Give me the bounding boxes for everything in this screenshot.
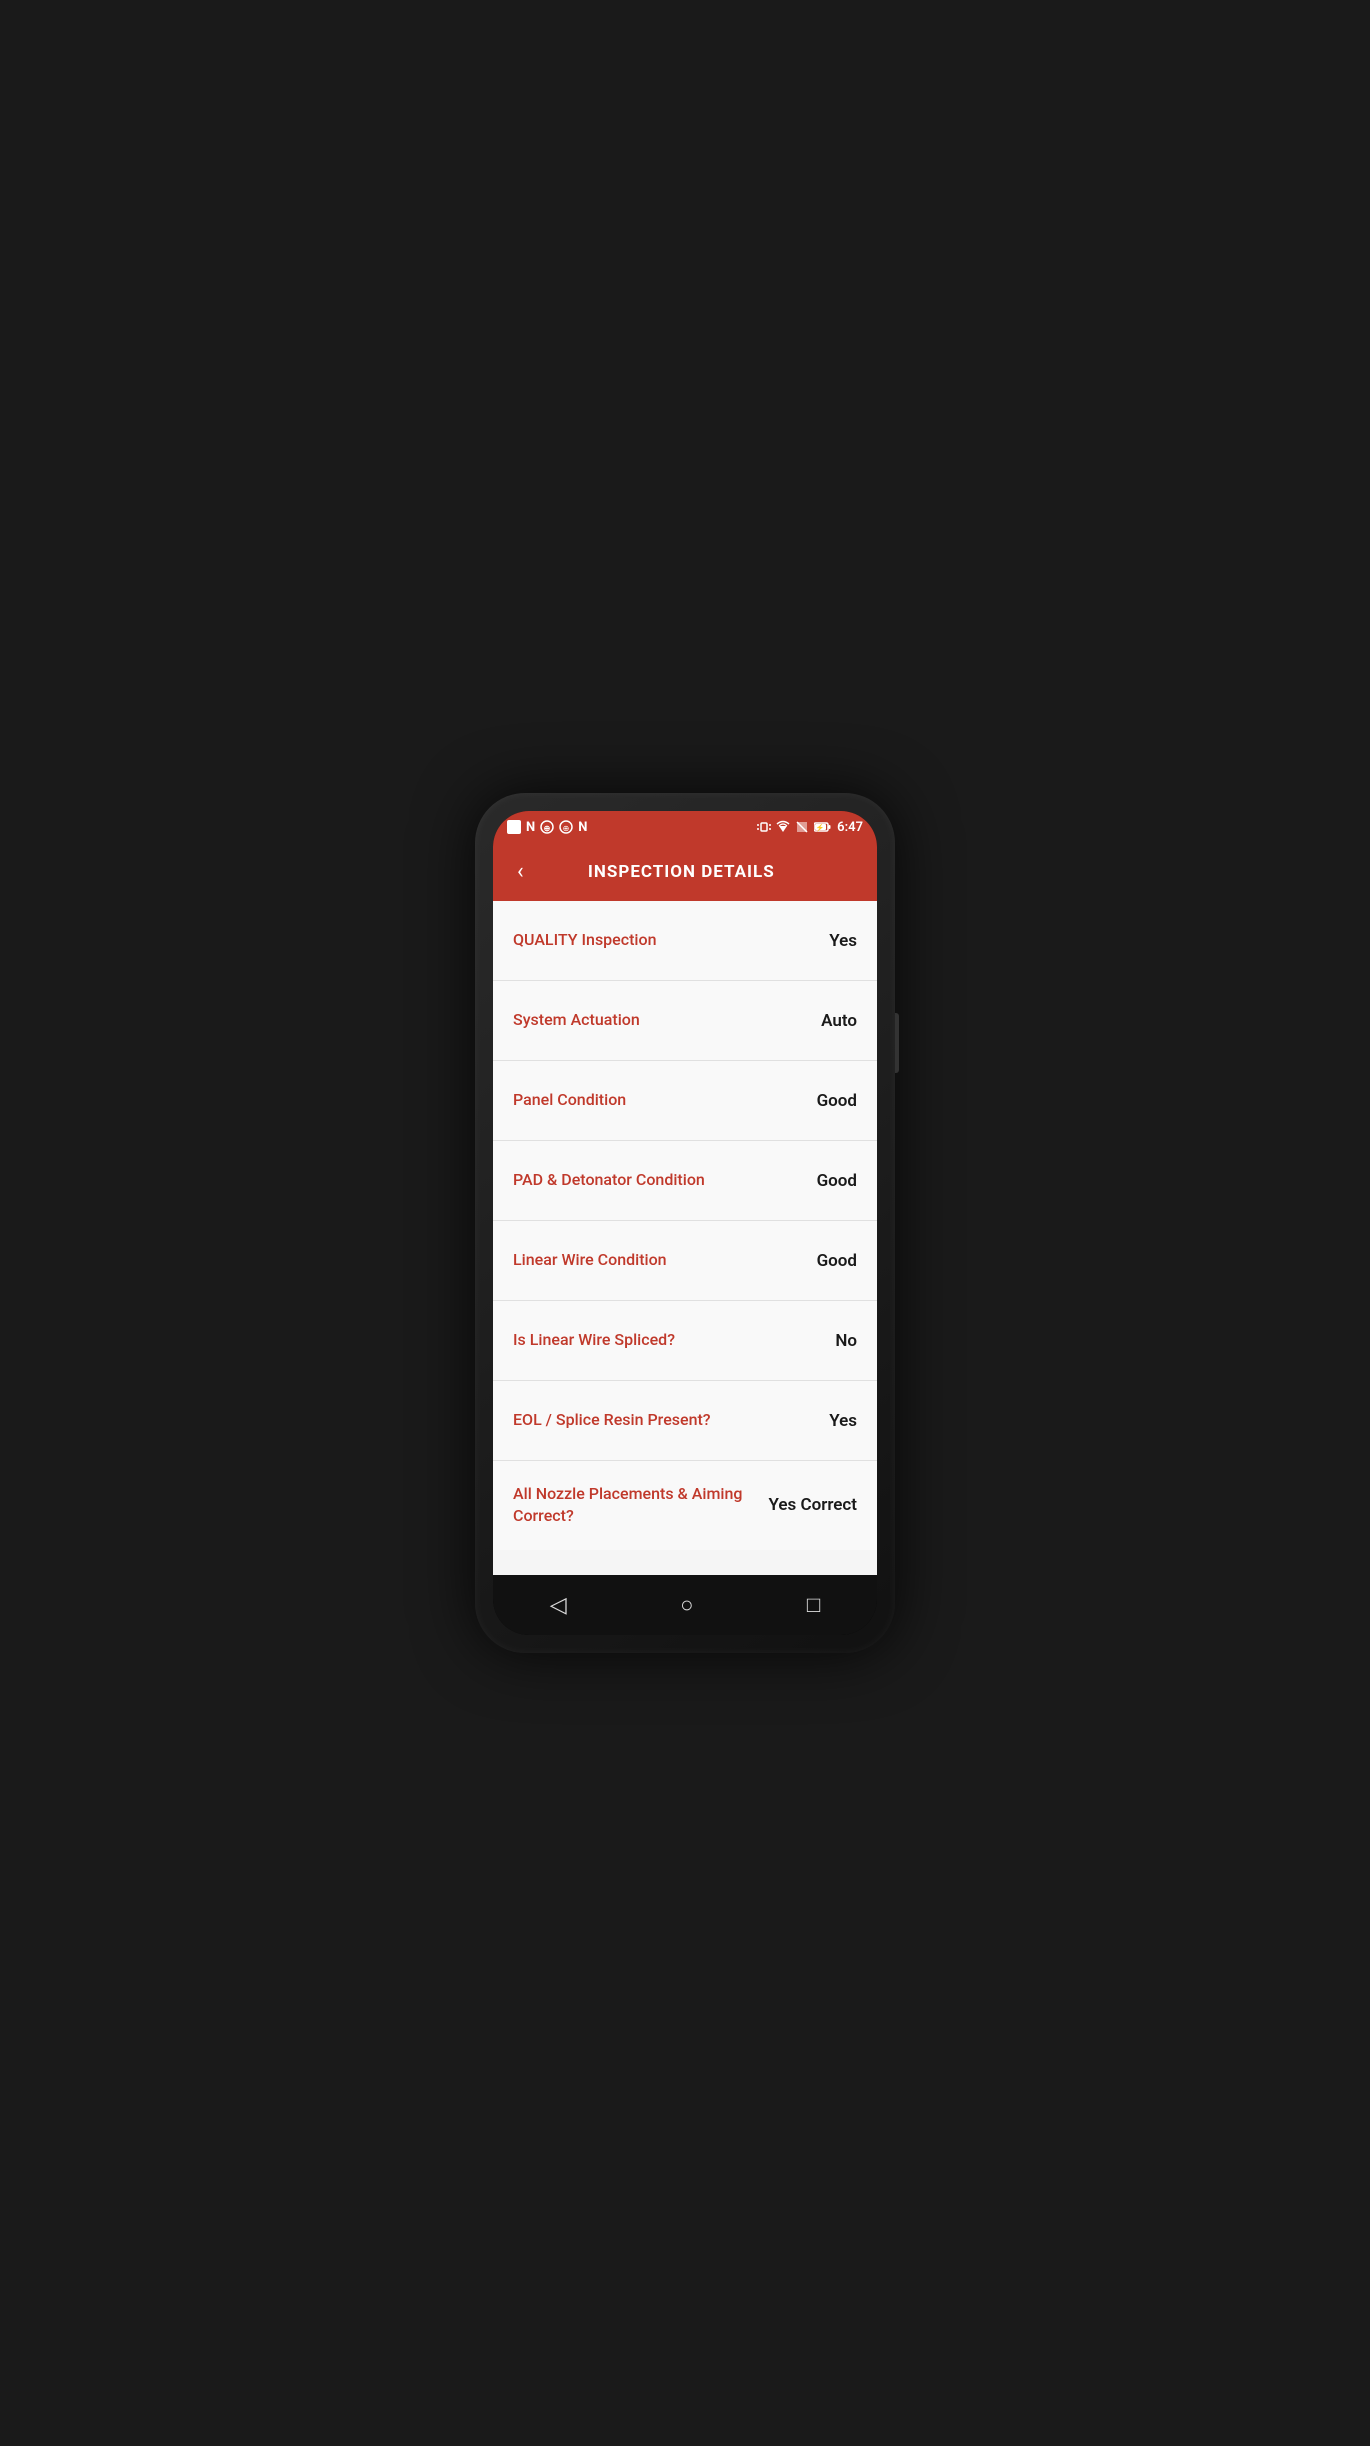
table-row: Is Linear Wire Spliced? No [493,1301,877,1381]
table-row: All Nozzle Placements & Aiming Correct? Y… [493,1461,877,1550]
n-icon-2: N [578,820,587,835]
circle-shield-icon-2: ⊕ [559,820,573,834]
phone-frame: N ⊕ ⊕ N [475,793,895,1653]
circle-shield-icon-1: ⊕ [540,820,554,834]
row-label: PAD & Detonator Condition [513,1169,801,1191]
phone-screen: N ⊕ ⊕ N [493,811,877,1635]
status-bar: N ⊕ ⊕ N [493,811,877,843]
n-icon-1: N [526,820,535,835]
svg-text:⚡: ⚡ [816,823,825,832]
row-label: All Nozzle Placements & Aiming Correct? [513,1483,752,1528]
page-title: INSPECTION DETAILS [532,862,831,882]
nav-back-button[interactable]: ◁ [550,1593,567,1618]
svg-text:⊕: ⊕ [544,824,551,833]
svg-text:⊕: ⊕ [563,824,570,833]
row-label: System Actuation [513,1009,805,1031]
row-value: Yes [829,931,857,951]
row-value: Good [817,1091,857,1111]
row-label: Linear Wire Condition [513,1249,801,1271]
content-list: QUALITY Inspection Yes System Actuation Aut… [493,901,877,1575]
signal-off-icon [795,820,809,834]
row-value: Good [817,1171,857,1191]
app-header: ‹ INSPECTION DETAILS [493,843,877,901]
vibrate-icon [757,820,771,834]
row-value: Yes Correct [768,1495,857,1515]
row-label: Panel Condition [513,1089,801,1111]
nav-recent-button[interactable]: □ [807,1592,820,1618]
table-row: Panel Condition Good [493,1061,877,1141]
row-value: Yes [829,1411,857,1431]
row-label: EOL / Splice Resin Present? [513,1409,813,1431]
white-square-icon [507,820,521,834]
status-right-icons: ⚡ 6:47 [757,820,863,835]
nav-home-button[interactable]: ○ [680,1592,693,1618]
table-row: EOL / Splice Resin Present? Yes [493,1381,877,1461]
side-button [895,1013,899,1073]
table-row: PAD & Detonator Condition Good [493,1141,877,1221]
bottom-navigation: ◁ ○ □ [493,1575,877,1635]
row-value: Auto [821,1011,857,1031]
status-left-icons: N ⊕ ⊕ N [507,820,587,835]
wifi-icon [776,820,790,834]
table-row: Linear Wire Condition Good [493,1221,877,1301]
table-row: System Actuation Auto [493,981,877,1061]
row-value: Good [817,1251,857,1271]
row-label: Is Linear Wire Spliced? [513,1329,819,1351]
battery-icon: ⚡ [814,821,832,833]
row-label: QUALITY Inspection [513,929,813,951]
table-row: QUALITY Inspection Yes [493,901,877,981]
time-display: 6:47 [837,820,863,835]
back-button[interactable]: ‹ [509,857,532,887]
row-value: No [835,1331,857,1351]
